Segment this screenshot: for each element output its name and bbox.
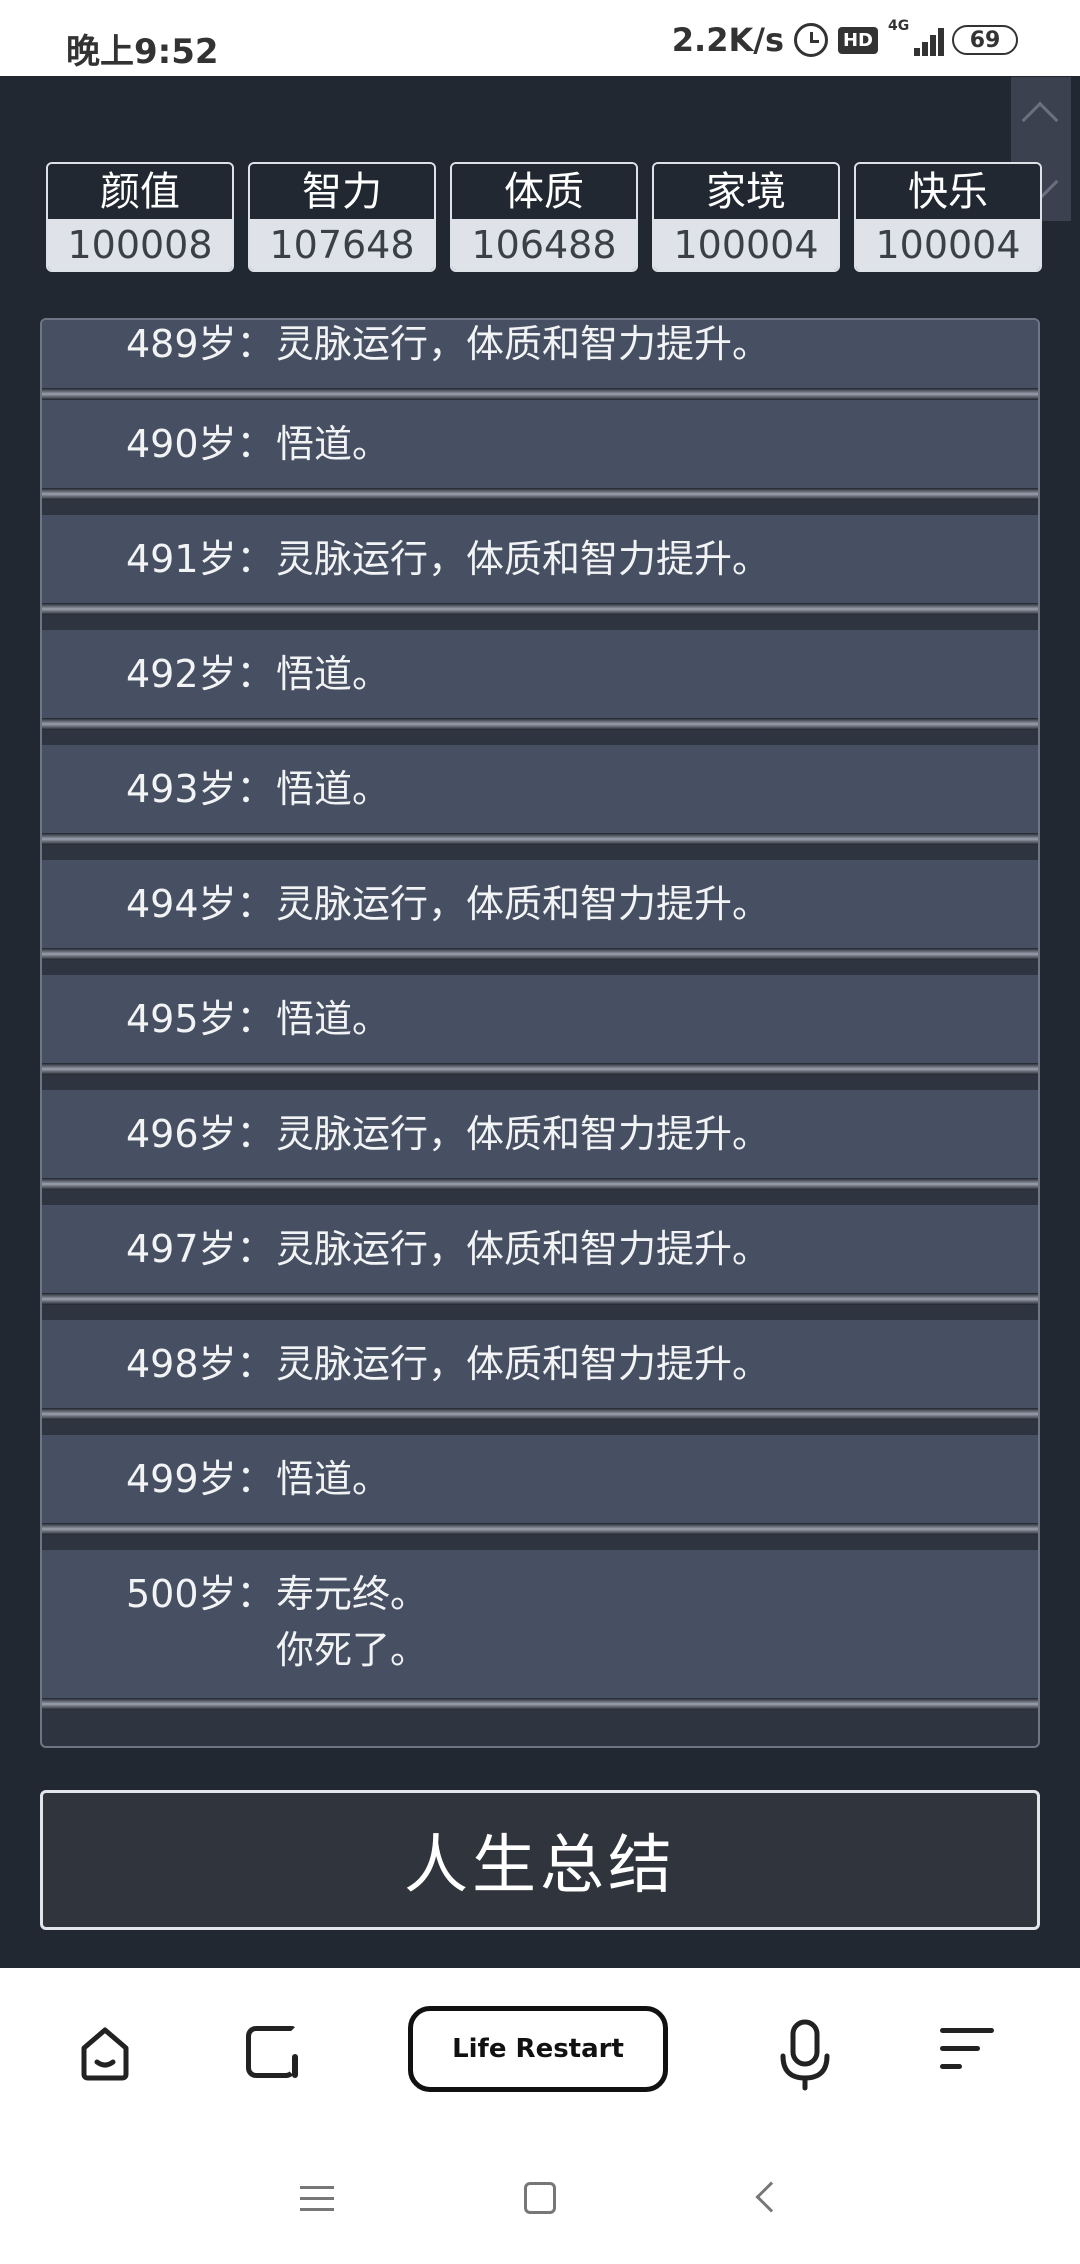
- event-text: 灵脉运行，体质和智力提升。: [276, 537, 771, 581]
- scroll-up-icon[interactable]: [1021, 101, 1059, 139]
- list-item: 498岁： 灵脉运行，体质和智力提升。: [42, 1320, 1038, 1420]
- stat-label: 快乐: [856, 164, 1040, 219]
- stat-constitution: 体质 106488: [450, 162, 638, 272]
- network-speed: 2.2K/s: [671, 21, 784, 59]
- list-item: 497岁： 灵脉运行，体质和智力提升。: [42, 1205, 1038, 1305]
- game-screen: 颜值 100008 智力 107648 体质 106488 家境 100004 …: [0, 76, 1080, 1968]
- stat-value: 100004: [654, 219, 838, 270]
- stat-intelligence: 智力 107648: [248, 162, 436, 272]
- tabs-icon: [246, 2026, 296, 2078]
- event-text: 灵脉运行，体质和智力提升。: [276, 882, 771, 926]
- nav-home-icon[interactable]: [524, 2182, 556, 2214]
- event-text: 灵脉运行，体质和智力提升。: [276, 1342, 771, 1386]
- event-text: 悟道。: [276, 767, 391, 811]
- event-text: 悟道。: [276, 422, 391, 466]
- home-button[interactable]: [70, 2018, 140, 2088]
- alarm-icon: [793, 23, 828, 57]
- event-text: 灵脉运行，体质和智力提升。: [276, 322, 771, 366]
- event-age: 495岁：: [126, 997, 275, 1041]
- list-item: 500岁： 寿元终。 你死了。: [42, 1550, 1038, 1710]
- battery-icon: 69: [952, 25, 1018, 55]
- stat-label: 家境: [654, 164, 838, 219]
- life-event-list[interactable]: 489岁： 灵脉运行，体质和智力提升。 490岁： 悟道。 491岁： 灵脉运行…: [40, 318, 1040, 1748]
- event-age: 497岁：: [126, 1227, 275, 1271]
- status-time: 晚上9:52: [66, 32, 219, 72]
- stat-value: 100008: [48, 219, 232, 270]
- event-text: 悟道。: [276, 997, 391, 1041]
- event-age: 491岁：: [126, 537, 275, 581]
- stat-happiness: 快乐 100004: [854, 162, 1042, 272]
- microphone-icon: [780, 2019, 830, 2091]
- event-age: 493岁：: [126, 767, 275, 811]
- tabs-button[interactable]: [240, 2018, 310, 2088]
- event-age: 494岁：: [126, 882, 275, 926]
- attribute-panel: 颜值 100008 智力 107648 体质 106488 家境 100004 …: [46, 162, 1042, 272]
- event-text: 悟道。: [276, 1457, 391, 1501]
- event-age: 490岁：: [126, 422, 275, 466]
- event-age: 496岁：: [126, 1112, 275, 1156]
- list-item: 491岁： 灵脉运行，体质和智力提升。: [42, 515, 1038, 615]
- event-age: 489岁：: [126, 322, 275, 366]
- list-item: 489岁： 灵脉运行，体质和智力提升。: [42, 320, 1038, 400]
- system-nav-bar: [0, 2136, 1080, 2264]
- stat-value: 100004: [856, 219, 1040, 270]
- hd-icon: HD: [837, 26, 878, 54]
- list-item: 495岁： 悟道。: [42, 975, 1038, 1075]
- stat-label: 体质: [452, 164, 636, 219]
- browser-toolbar: Life Restart: [0, 1968, 1080, 2136]
- signal-icon: 4G: [888, 18, 944, 58]
- event-age: 498岁：: [126, 1342, 275, 1386]
- stat-value: 107648: [250, 219, 434, 270]
- voice-search-button[interactable]: [770, 2016, 840, 2094]
- event-text-death: 你死了。: [276, 1628, 429, 1672]
- page-title-pill[interactable]: Life Restart: [408, 2006, 668, 2092]
- event-text: 灵脉运行，体质和智力提升。: [276, 1227, 771, 1271]
- stat-appearance: 颜值 100008: [46, 162, 234, 272]
- list-item: 490岁： 悟道。: [42, 400, 1038, 500]
- list-item: 499岁： 悟道。: [42, 1435, 1038, 1535]
- stat-label: 智力: [250, 164, 434, 219]
- stat-value: 106488: [452, 219, 636, 270]
- event-age: 492岁：: [126, 652, 275, 696]
- menu-button[interactable]: [940, 2020, 1000, 2080]
- menu-icon: [940, 2028, 994, 2033]
- list-item: 492岁： 悟道。: [42, 630, 1038, 730]
- event-text: 寿元终。: [276, 1572, 429, 1616]
- list-item: 494岁： 灵脉运行，体质和智力提升。: [42, 860, 1038, 960]
- event-age: 500岁：: [126, 1572, 275, 1616]
- list-item: 493岁： 悟道。: [42, 745, 1038, 845]
- event-text: 灵脉运行，体质和智力提升。: [276, 1112, 771, 1156]
- life-summary-button[interactable]: 人生总结: [40, 1790, 1040, 1930]
- status-bar: 晚上9:52 2.2K/s HD 4G 69: [0, 0, 1080, 76]
- event-age: 499岁：: [126, 1457, 275, 1501]
- stat-label: 颜值: [48, 164, 232, 219]
- recent-apps-icon[interactable]: [300, 2184, 334, 2214]
- stat-family: 家境 100004: [652, 162, 840, 272]
- nav-back-icon[interactable]: [755, 2181, 787, 2213]
- list-item: 496岁： 灵脉运行，体质和智力提升。: [42, 1090, 1038, 1190]
- event-text: 悟道。: [276, 652, 391, 696]
- status-indicators: 2.2K/s HD 4G 69: [671, 18, 1018, 60]
- network-type-label: 4G: [888, 18, 910, 34]
- home-icon: [81, 2027, 129, 2081]
